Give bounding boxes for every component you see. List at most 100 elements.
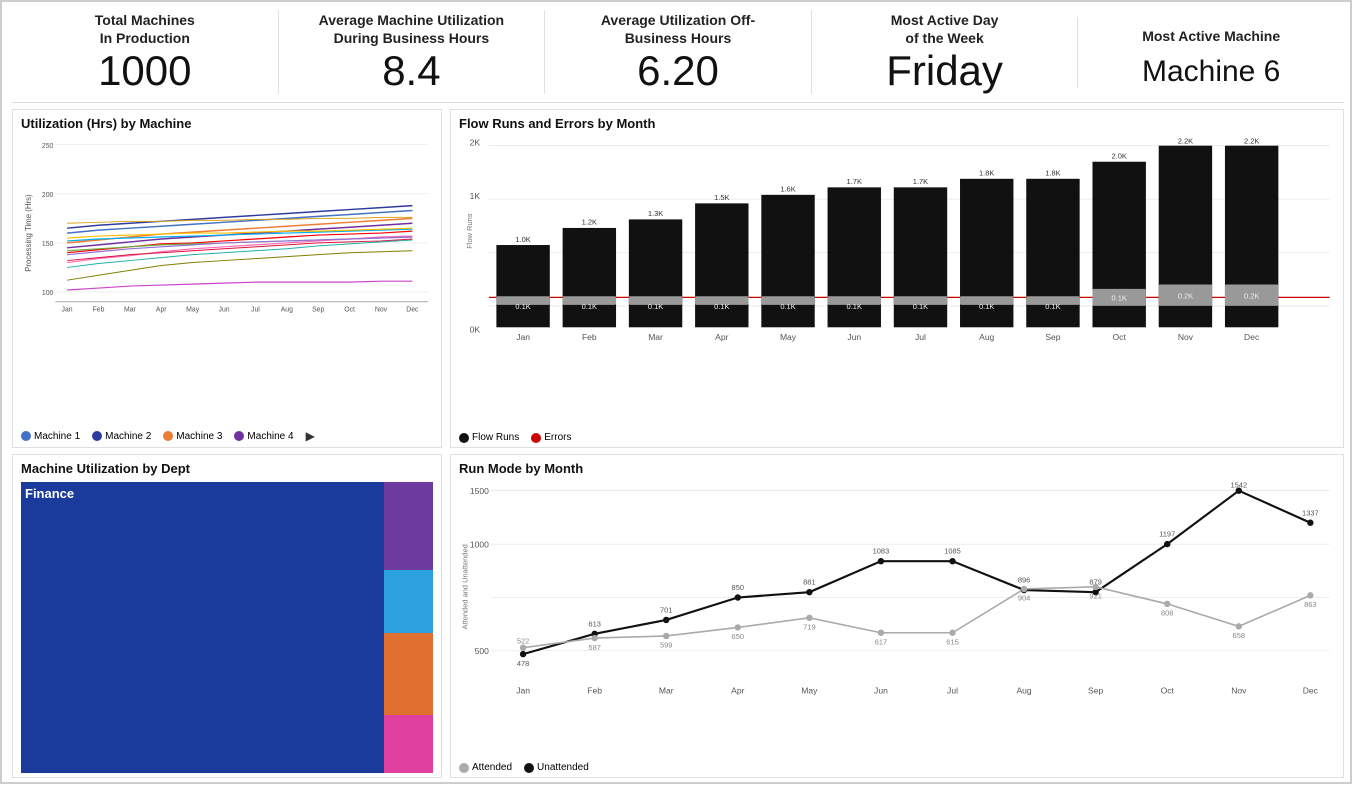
svg-text:1.7K: 1.7K <box>913 177 928 186</box>
svg-text:1.8K: 1.8K <box>1045 169 1060 178</box>
legend-flow-runs: Flow Runs <box>459 432 519 443</box>
legend-dot-attended <box>459 763 469 773</box>
run-mode-chart-svg: 1500 1000 500 Attended and Unattended <box>459 480 1335 704</box>
kpi-avg-biz-util-value: 8.4 <box>289 48 535 94</box>
kpi-total-machines-value: 1000 <box>22 48 268 94</box>
svg-text:478: 478 <box>517 659 529 668</box>
svg-text:0.1K: 0.1K <box>979 302 994 311</box>
kpi-most-active-machine: Most Active Machine Machine 6 <box>1077 17 1344 88</box>
svg-text:250: 250 <box>42 143 54 150</box>
flow-chart-title: Flow Runs and Errors by Month <box>459 116 1335 131</box>
legend-errors: Errors <box>531 432 571 443</box>
kpi-avg-off-util-title: Average Utilization Off-Business Hours <box>555 10 801 48</box>
svg-text:May: May <box>801 686 818 696</box>
kpi-most-active-day-title: Most Active Dayof the Week <box>822 10 1068 48</box>
svg-text:863: 863 <box>1304 600 1316 609</box>
svg-text:701: 701 <box>660 606 672 615</box>
legend-more-icon[interactable]: ▶ <box>306 429 315 443</box>
svg-text:1.3K: 1.3K <box>648 209 663 218</box>
legend-label-machine4: Machine 4 <box>247 431 293 442</box>
svg-text:2.2K: 2.2K <box>1178 137 1193 146</box>
svg-text:200: 200 <box>42 192 54 199</box>
util-chart-title: Utilization (Hrs) by Machine <box>21 116 433 131</box>
top-charts-row: Utilization (Hrs) by Machine Processing … <box>12 109 1344 448</box>
kpi-total-machines-title: Total MachinesIn Production <box>22 10 268 48</box>
svg-text:617: 617 <box>875 638 887 647</box>
svg-text:1.8K: 1.8K <box>979 169 994 178</box>
flow-chart-area: 2K 1K 0K Flow Runs <box>459 135 1335 429</box>
kpi-total-machines: Total MachinesIn Production 1000 <box>12 10 278 94</box>
svg-text:Feb: Feb <box>587 686 602 696</box>
legend-dot-errors <box>531 433 541 443</box>
util-chart-panel: Utilization (Hrs) by Machine Processing … <box>12 109 442 448</box>
legend-dot-machine4 <box>234 431 244 441</box>
svg-text:658: 658 <box>1233 631 1245 640</box>
svg-text:May: May <box>186 307 200 314</box>
bar-jan <box>496 245 549 327</box>
svg-text:850: 850 <box>732 583 744 592</box>
dept-chart-title: Machine Utilization by Dept <box>21 461 433 476</box>
legend-unattended: Unattended <box>524 762 589 773</box>
svg-text:599: 599 <box>660 641 672 650</box>
svg-text:Jul: Jul <box>915 332 926 342</box>
svg-text:0.2K: 0.2K <box>1178 292 1193 301</box>
svg-text:0.1K: 0.1K <box>714 302 729 311</box>
run-mode-legend: Attended Unattended <box>459 762 1335 773</box>
legend-label-machine2: Machine 2 <box>105 431 151 442</box>
svg-text:0.1K: 0.1K <box>515 302 530 311</box>
svg-text:Sep: Sep <box>312 307 324 314</box>
svg-text:Sep: Sep <box>1088 686 1103 696</box>
flow-chart-legend: Flow Runs Errors <box>459 432 1335 443</box>
svg-text:0K: 0K <box>470 325 481 335</box>
svg-text:Jun: Jun <box>847 332 861 342</box>
svg-text:615: 615 <box>946 638 958 647</box>
run-mode-chart-area: 1500 1000 500 Attended and Unattended <box>459 480 1335 759</box>
svg-text:Nov: Nov <box>1231 686 1247 696</box>
svg-text:Oct: Oct <box>1161 686 1175 696</box>
bottom-charts-row: Machine Utilization by Dept Finance Run … <box>12 454 1344 778</box>
svg-text:881: 881 <box>803 578 815 587</box>
legend-dot-machine2 <box>92 431 102 441</box>
legend-machine3: Machine 3 <box>163 431 222 442</box>
svg-text:2K: 2K <box>470 138 481 148</box>
svg-text:1500: 1500 <box>470 486 489 496</box>
dashboard: Total MachinesIn Production 1000 Average… <box>2 2 1352 786</box>
svg-text:0.2K: 0.2K <box>1244 292 1259 301</box>
svg-text:Sep: Sep <box>1045 332 1060 342</box>
unattended-line <box>523 491 1310 654</box>
kpi-avg-biz-util-title: Average Machine UtilizationDuring Busine… <box>289 10 535 48</box>
svg-text:Dec: Dec <box>1244 332 1260 342</box>
svg-text:Aug: Aug <box>979 332 994 342</box>
legend-dot-machine1 <box>21 431 31 441</box>
svg-text:Jun: Jun <box>874 686 888 696</box>
svg-text:Jan: Jan <box>62 307 73 314</box>
kpi-row: Total MachinesIn Production 1000 Average… <box>12 10 1344 103</box>
run-mode-chart-panel: Run Mode by Month 1500 1000 500 Attended… <box>450 454 1344 778</box>
attended-line <box>523 587 1310 648</box>
svg-text:500: 500 <box>475 646 489 656</box>
svg-text:0.1K: 0.1K <box>913 302 928 311</box>
svg-text:Dec: Dec <box>1303 686 1319 696</box>
legend-label-attended: Attended <box>472 762 512 773</box>
svg-text:0.1K: 0.1K <box>1112 294 1127 303</box>
unattended-dot-jan <box>520 651 526 657</box>
kpi-most-active-day-value: Friday <box>822 48 1068 94</box>
attended-dot-jan <box>520 645 526 651</box>
svg-text:Jul: Jul <box>251 307 260 314</box>
kpi-avg-off-util: Average Utilization Off-Business Hours 6… <box>544 10 811 94</box>
legend-dot-flow-runs <box>459 433 469 443</box>
treemap-cell-orange <box>384 633 433 714</box>
treemap-cell-finance: Finance <box>21 482 384 773</box>
legend-machine4: Machine 4 <box>234 431 293 442</box>
treemap-cell-purple <box>384 482 433 569</box>
svg-text:2.2K: 2.2K <box>1244 137 1259 146</box>
svg-text:Oct: Oct <box>1113 332 1127 342</box>
svg-text:Jul: Jul <box>947 686 958 696</box>
svg-text:650: 650 <box>732 632 744 641</box>
svg-text:1K: 1K <box>470 191 481 201</box>
svg-text:Feb: Feb <box>582 332 597 342</box>
legend-label-unattended: Unattended <box>537 762 589 773</box>
legend-attended: Attended <box>459 762 512 773</box>
svg-text:0.1K: 0.1K <box>1045 302 1060 311</box>
kpi-most-active-machine-title: Most Active Machine <box>1088 17 1334 55</box>
